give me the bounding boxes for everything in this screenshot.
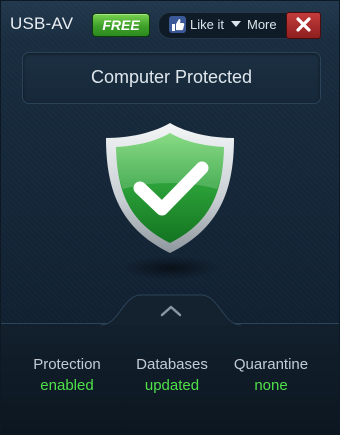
status-message: Computer Protected bbox=[90, 67, 253, 87]
stat-label: Protection bbox=[33, 356, 101, 373]
title-bar[interactable]: USB-AV FREE Like it More bbox=[1, 1, 339, 45]
stat-value: none bbox=[254, 377, 288, 394]
stat-label: Databases bbox=[136, 356, 208, 373]
stat-value: updated bbox=[144, 377, 200, 394]
app-title: USB-AV bbox=[10, 14, 74, 33]
edition-badge: FREE bbox=[92, 13, 150, 37]
close-icon bbox=[296, 17, 311, 32]
like-label: Like it bbox=[190, 17, 224, 32]
close-button[interactable] bbox=[286, 12, 321, 39]
stat-quarantine: Quarantine none bbox=[215, 356, 327, 396]
stat-databases: Databases updated bbox=[116, 356, 228, 396]
more-label: More bbox=[247, 17, 277, 32]
thumbs-up-icon bbox=[169, 16, 186, 33]
caret-down-icon bbox=[231, 21, 241, 27]
stat-label: Quarantine bbox=[233, 356, 309, 373]
stat-protection: Protection enabled bbox=[11, 356, 123, 396]
chevron-up-icon bbox=[160, 305, 182, 317]
stat-value: enabled bbox=[40, 377, 94, 394]
usb-av-window: USB-AV FREE Like it More Computer Protec… bbox=[0, 0, 340, 435]
status-panel: Computer Protected bbox=[22, 52, 321, 104]
expand-button[interactable] bbox=[149, 299, 193, 323]
shield-shadow bbox=[121, 256, 221, 280]
shield-check-icon bbox=[106, 123, 234, 253]
